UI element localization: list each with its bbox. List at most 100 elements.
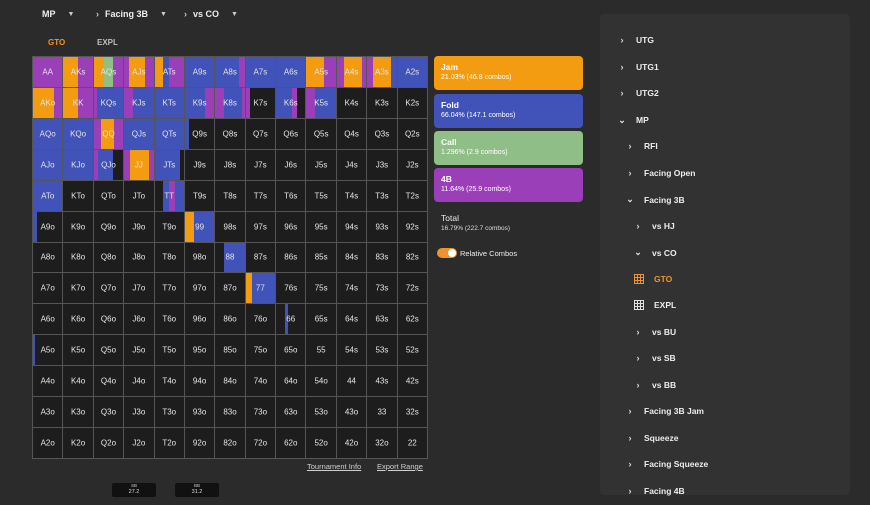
hand-cell-66[interactable]: 66 — [276, 304, 307, 336]
hand-cell-62s[interactable]: 62s — [397, 304, 428, 336]
hand-cell-64s[interactable]: 64s — [336, 304, 368, 336]
villain-dropdown[interactable]: › vs CO ▼ — [184, 9, 238, 19]
hand-cell-52o[interactable]: 52o — [306, 428, 337, 459]
hand-cell-93s[interactable]: 93s — [367, 211, 398, 243]
hand-cell-T9s[interactable]: T9s — [184, 180, 216, 212]
hand-cell-82o[interactable]: 82o — [215, 428, 246, 459]
hand-cell-44[interactable]: 44 — [336, 366, 368, 398]
hand-cell-J2o[interactable]: J2o — [124, 428, 155, 459]
hand-cell-A5s[interactable]: A5s — [306, 57, 337, 88]
hand-cell-73s[interactable]: 73s — [367, 273, 398, 305]
hand-cell-53o[interactable]: 53o — [306, 397, 337, 429]
hand-cell-Q8s[interactable]: Q8s — [215, 118, 246, 150]
hand-cell-93o[interactable]: 93o — [184, 397, 216, 429]
hand-cell-76s[interactable]: 76s — [276, 273, 307, 305]
hand-cell-92s[interactable]: 92s — [397, 211, 428, 243]
hand-cell-32s[interactable]: 32s — [397, 397, 428, 429]
hand-cell-T6o[interactable]: T6o — [154, 304, 185, 336]
hand-cell-Q6o[interactable]: Q6o — [93, 304, 125, 336]
relative-combos-toggle[interactable] — [437, 248, 457, 258]
hand-cell-A2s[interactable]: A2s — [397, 57, 428, 88]
hand-cell-T5s[interactable]: T5s — [306, 180, 337, 212]
action-jam[interactable]: Jam 21.03% (46.8 combos) — [434, 56, 583, 90]
hand-cell-JJ[interactable]: JJ — [124, 149, 155, 181]
hand-cell-T7o[interactable]: T7o — [154, 273, 185, 305]
hand-cell-74o[interactable]: 74o — [245, 366, 277, 398]
hand-cell-42o[interactable]: 42o — [336, 428, 368, 459]
hand-cell-98o[interactable]: 98o — [184, 242, 216, 274]
hand-cell-K6s[interactable]: K6s — [276, 87, 307, 119]
sidebar-item-facing-3b-jam[interactable]: › Facing 3B Jam — [624, 406, 705, 416]
hand-cell-T8o[interactable]: T8o — [154, 242, 185, 274]
hand-cell-98s[interactable]: 98s — [215, 211, 246, 243]
hand-cell-K4s[interactable]: K4s — [336, 87, 368, 119]
hand-cell-A4o[interactable]: A4o — [33, 366, 64, 398]
hand-cell-T3o[interactable]: T3o — [154, 397, 185, 429]
hand-cell-95o[interactable]: 95o — [184, 335, 216, 367]
hand-cell-65o[interactable]: 65o — [276, 335, 307, 367]
hand-cell-75s[interactable]: 75s — [306, 273, 337, 305]
hand-cell-QQ[interactable]: QQ — [93, 118, 125, 150]
hand-cell-J2s[interactable]: J2s — [397, 149, 428, 181]
hand-cell-T9o[interactable]: T9o — [154, 211, 185, 243]
hand-cell-Q9o[interactable]: Q9o — [93, 211, 125, 243]
hand-cell-KTo[interactable]: KTo — [63, 180, 94, 212]
hand-cell-QTs[interactable]: QTs — [154, 118, 185, 150]
sidebar-item-vs-sb[interactable]: › vs SB — [632, 353, 676, 363]
export-range-link[interactable]: Export Range — [377, 462, 423, 471]
hand-cell-73o[interactable]: 73o — [245, 397, 277, 429]
hand-cell-K3s[interactable]: K3s — [367, 87, 398, 119]
hand-cell-KJs[interactable]: KJs — [124, 87, 155, 119]
hand-cell-K7o[interactable]: K7o — [63, 273, 94, 305]
hand-cell-Q6s[interactable]: Q6s — [276, 118, 307, 150]
sidebar-item-rfi[interactable]: › RFI — [624, 141, 658, 151]
hand-cell-92o[interactable]: 92o — [184, 428, 216, 459]
hand-cell-K5o[interactable]: K5o — [63, 335, 94, 367]
hand-cell-J3o[interactable]: J3o — [124, 397, 155, 429]
position-dropdown[interactable]: MP ▼ — [42, 9, 74, 19]
hand-cell-94o[interactable]: 94o — [184, 366, 216, 398]
hand-cell-97s[interactable]: 97s — [245, 211, 277, 243]
sidebar-item-utg2[interactable]: › UTG2 — [616, 88, 659, 98]
action-call[interactable]: Call 1.296% (2.9 combos) — [434, 131, 583, 165]
hand-cell-53s[interactable]: 53s — [367, 335, 398, 367]
hand-cell-62o[interactable]: 62o — [276, 428, 307, 459]
hand-cell-K7s[interactable]: K7s — [245, 87, 277, 119]
hand-cell-T5o[interactable]: T5o — [154, 335, 185, 367]
sidebar-item-vs-bb[interactable]: › vs BB — [632, 380, 677, 390]
action-fold[interactable]: Fold 66.04% (147.1 combos) — [434, 94, 583, 128]
hand-cell-75o[interactable]: 75o — [245, 335, 277, 367]
sidebar-item-facing-4b[interactable]: › Facing 4B — [624, 486, 685, 496]
hand-cell-Q8o[interactable]: Q8o — [93, 242, 125, 274]
hand-cell-54s[interactable]: 54s — [336, 335, 368, 367]
hand-cell-77[interactable]: 77 — [245, 273, 277, 305]
hand-cell-J4o[interactable]: J4o — [124, 366, 155, 398]
hand-cell-AKs[interactable]: AKs — [63, 57, 94, 88]
hand-cell-76o[interactable]: 76o — [245, 304, 277, 336]
hand-cell-J5o[interactable]: J5o — [124, 335, 155, 367]
hand-cell-22[interactable]: 22 — [397, 428, 428, 459]
hand-cell-96s[interactable]: 96s — [276, 211, 307, 243]
sidebar-item-vs-co[interactable]: ⌄ vs CO — [632, 247, 676, 258]
hand-cell-88[interactable]: 88 — [215, 242, 246, 274]
hand-cell-94s[interactable]: 94s — [336, 211, 368, 243]
hand-cell-Q7o[interactable]: Q7o — [93, 273, 125, 305]
hand-cell-JTo[interactable]: JTo — [124, 180, 155, 212]
hand-cell-J6o[interactable]: J6o — [124, 304, 155, 336]
hand-cell-Q3s[interactable]: Q3s — [367, 118, 398, 150]
hand-cell-QJs[interactable]: QJs — [124, 118, 155, 150]
hand-cell-K8o[interactable]: K8o — [63, 242, 94, 274]
hand-cell-T7s[interactable]: T7s — [245, 180, 277, 212]
hand-cell-32o[interactable]: 32o — [367, 428, 398, 459]
hand-cell-83o[interactable]: 83o — [215, 397, 246, 429]
hand-cell-ATo[interactable]: ATo — [33, 180, 64, 212]
hand-cell-T6s[interactable]: T6s — [276, 180, 307, 212]
hand-cell-K4o[interactable]: K4o — [63, 366, 94, 398]
hand-cell-33[interactable]: 33 — [367, 397, 398, 429]
hand-cell-KQs[interactable]: KQs — [93, 87, 125, 119]
hand-cell-K2s[interactable]: K2s — [397, 87, 428, 119]
hand-cell-Q5o[interactable]: Q5o — [93, 335, 125, 367]
hand-cell-KJo[interactable]: KJo — [63, 149, 94, 181]
hand-cell-A7o[interactable]: A7o — [33, 273, 64, 305]
sidebar-item-facing-3b[interactable]: ⌄ Facing 3B — [624, 194, 684, 205]
